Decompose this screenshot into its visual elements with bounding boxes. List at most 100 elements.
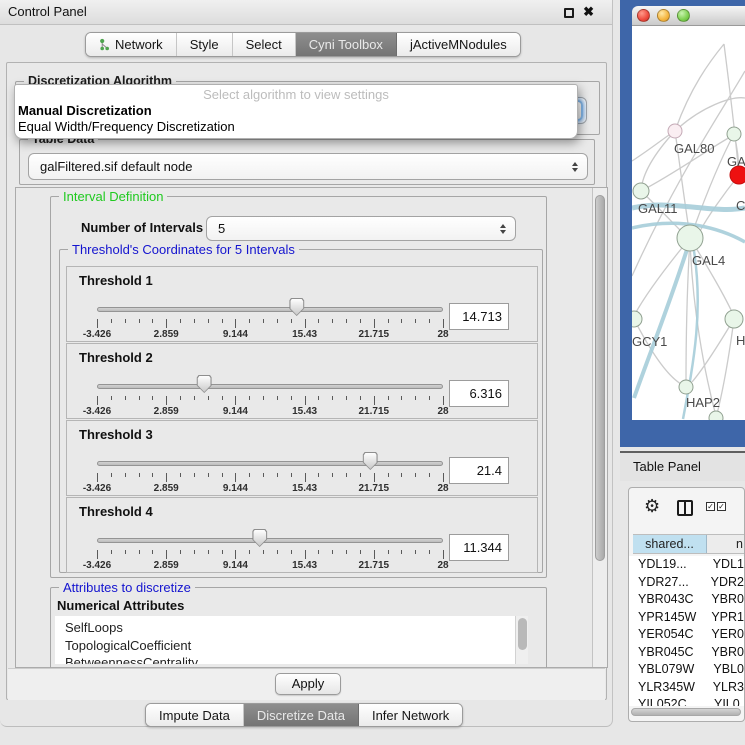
network-node-label: GAL4 [692,253,725,268]
attribute-list-item[interactable]: SelfLoops [55,619,528,637]
tab-select[interactable]: Select [232,33,295,56]
threshold-row-4: Threshold 4-3.4262.8599.14415.4321.71528… [66,497,538,573]
threshold-row-3: Threshold 3-3.4262.8599.14415.4321.71528… [66,420,538,496]
network-edge[interactable] [700,175,739,231]
threshold-slider[interactable]: -3.4262.8599.14415.4321.71528 [97,267,443,341]
minimize-traffic-light-icon[interactable] [657,9,670,22]
table-row[interactable]: YPR145WYPR1 [629,609,744,627]
network-node-label: GA [727,154,745,169]
network-node[interactable] [709,411,723,420]
slider-handle-face [364,453,377,469]
network-node[interactable] [632,311,642,327]
threshold-slider[interactable]: -3.4262.8599.14415.4321.71528 [97,421,443,495]
float-window-icon[interactable] [564,8,574,18]
interval-definition-group: Interval Definition Number of Intervals … [50,196,547,578]
table-cell: YDL19... [629,556,702,574]
split-columns-icon[interactable] [677,500,693,516]
tab-infer-network[interactable]: Infer Network [358,704,462,726]
network-tree-icon [99,38,110,51]
table-row[interactable]: YBR043CYBR0 [629,591,744,609]
slider-handle[interactable] [252,529,267,547]
settings-scrollbar-thumb[interactable] [595,195,605,561]
column-header-shared[interactable]: shared... [633,535,707,553]
threshold-value-field[interactable]: 6.316 [449,380,509,407]
network-edge[interactable] [635,238,690,314]
network-window-titlebar [632,6,745,26]
tab-network[interactable]: Network [86,33,176,56]
table-row[interactable]: YDR27...YDR2 [629,574,744,592]
combobox-stepper[interactable] [566,156,584,177]
table-data-combobox[interactable]: galFiltered.sif default node [28,153,588,180]
threshold-slider[interactable]: -3.4262.8599.14415.4321.71528 [97,498,443,572]
threshold-value-field[interactable]: 11.344 [449,534,509,561]
slider-track[interactable] [97,384,443,389]
table-cell: YIL052C [629,696,703,706]
number-of-intervals-combobox[interactable]: 5 [206,216,516,241]
table-row[interactable]: YLR345WYLR3 [629,679,744,697]
tab-jactivemnodules[interactable]: jActiveMNodules [396,33,520,56]
table-cell: YDR27... [629,574,700,592]
apply-button[interactable]: Apply [275,673,341,695]
network-node[interactable] [677,225,703,251]
slider-track[interactable] [97,461,443,466]
table-row[interactable]: YDL19...YDL1 [629,556,744,574]
network-node-label: HAP2 [686,395,720,410]
network-canvas[interactable]: GAL80GACGAL11GAL4GCY1HHAP2 [632,26,745,420]
network-node[interactable] [633,183,649,199]
network-edge[interactable] [632,133,672,161]
close-traffic-light-icon[interactable] [637,9,650,22]
threshold-slider[interactable]: -3.4262.8599.14415.4321.71528 [97,344,443,418]
network-edge[interactable] [686,238,690,381]
tab-label: Style [190,37,219,52]
slider-ticks [97,550,443,560]
apply-strip: Apply [8,668,605,700]
table-horizontal-scrollbar-thumb[interactable] [631,708,741,716]
tab-style[interactable]: Style [176,33,232,56]
network-node-label: H [736,333,745,348]
tab-discretize-data[interactable]: Discretize Data [243,704,358,726]
tab-label: Infer Network [372,708,449,723]
show-columns-checkboxes-icon[interactable]: ✓✓ [706,502,726,511]
network-node[interactable] [727,127,741,141]
combobox-stepper[interactable] [494,219,512,238]
network-node[interactable] [679,380,693,394]
dropdown-option-equal-width-frequency-discretization[interactable]: Equal Width/Frequency Discretization [15,119,577,135]
top-tab-bar: Network Style SelectCyni ToolboxjActiveMNo… [85,32,521,57]
slider-handle[interactable] [363,452,378,470]
tab-impute-data[interactable]: Impute Data [146,704,243,726]
table-row[interactable]: YER054CYER0 [629,626,744,644]
network-node[interactable] [668,124,682,138]
attribute-list-item[interactable]: TopologicalCoefficient [55,637,528,655]
slider-handle[interactable] [289,298,304,316]
table-row[interactable]: YBR045CYBR0 [629,644,744,662]
close-icon[interactable]: ✖ [583,4,594,20]
attribute-list-item[interactable]: BetweennessCentrality [55,654,528,664]
network-node[interactable] [725,310,743,328]
slider-handle[interactable] [197,375,212,393]
column-header-n[interactable]: n [707,535,744,553]
table-cell: YBL079W [629,661,702,679]
list-scrollbar[interactable] [515,616,528,664]
table-row[interactable]: YBL079WYBL0 [629,661,744,679]
slider-handle-face [253,530,266,546]
numerical-attributes-list[interactable]: SelfLoopsTopologicalCoefficientBetweenne… [55,616,528,664]
table-data-group: Table Data galFiltered.sif default node [19,139,595,185]
threshold-value-field[interactable]: 14.713 [449,303,509,330]
network-node-label: GCY1 [632,334,667,349]
threshold-value-field[interactable]: 21.4 [449,457,509,484]
tab-cyni-toolbox[interactable]: Cyni Toolbox [295,33,396,56]
group-title: Threshold's Coordinates for 5 Intervals [68,242,299,257]
zoom-traffic-light-icon[interactable] [677,9,690,22]
table-rows: YDL19...YDL1YDR27...YDR2YBR043CYBR0YPR14… [629,556,744,706]
network-node-label: GAL11 [638,201,678,216]
table-cell: YBL0 [702,661,744,679]
list-scrollbar-thumb[interactable] [518,618,527,650]
table-row[interactable]: YIL052CYIL0 [629,696,744,706]
slider-track[interactable] [97,538,443,543]
threshold-row-2: Threshold 2-3.4262.8599.14415.4321.71528… [66,343,538,419]
threshold-rows: Threshold 1-3.4262.8599.14415.4321.71528… [66,266,538,574]
settings-scrollbar[interactable] [592,188,607,667]
gear-icon[interactable]: ⚙ [644,496,660,517]
dropdown-option-manual-discretization[interactable]: Manual Discretization [15,103,577,119]
slider-track[interactable] [97,307,443,312]
